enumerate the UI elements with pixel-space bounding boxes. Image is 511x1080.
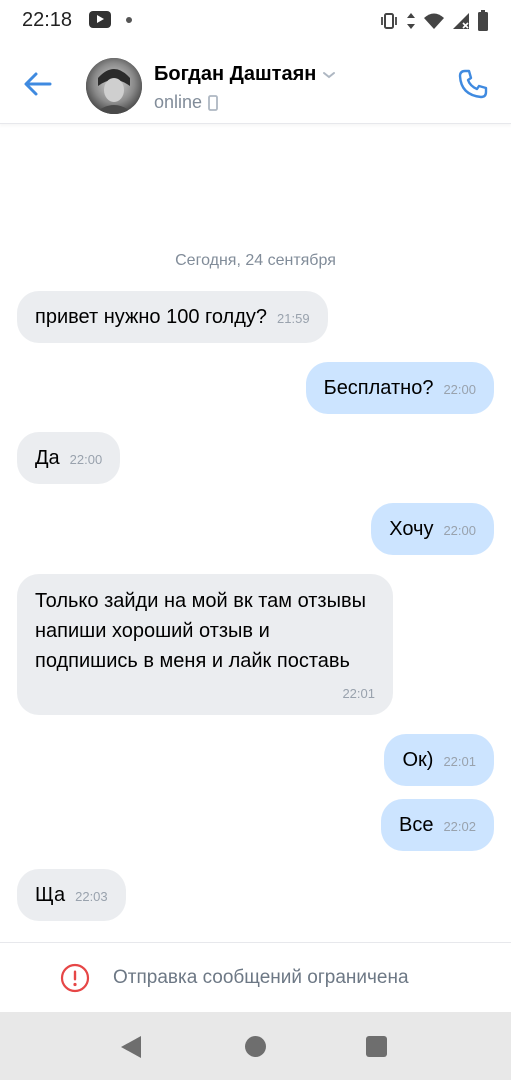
message-bubble[interactable]: Только зайди на мой вк там отзывы напиши…: [17, 574, 393, 715]
phone-call-icon: [458, 69, 488, 99]
signal-icon: [453, 13, 469, 29]
message-text: Хочу: [389, 518, 434, 540]
message-time: 22:01: [342, 686, 375, 701]
data-arrows-icon: [407, 13, 415, 29]
message-time: 22:02: [443, 819, 476, 834]
message-bubble[interactable]: Ок) 22:01: [384, 734, 494, 786]
message-bubble[interactable]: Ща 22:03: [17, 869, 126, 921]
status-bar: 22:18: [0, 0, 511, 42]
message-text: Да: [35, 447, 60, 469]
messaging-restricted-bar: Отправка сообщений ограничена: [0, 942, 511, 1012]
message-text: Все: [398, 814, 434, 836]
message-time: 22:00: [443, 523, 476, 538]
message-text: Только зайди на мой вк там отзывы напиши…: [35, 590, 366, 672]
status-icons: [379, 8, 489, 34]
nav-home-icon[interactable]: [245, 1036, 266, 1057]
status-time: 22:18: [22, 9, 73, 31]
contact-status: online: [154, 92, 203, 112]
message-time: 22:01: [443, 754, 476, 769]
message-bubble[interactable]: Хочу 22:00: [371, 503, 494, 555]
contact-name-row[interactable]: Богдан Даштаян: [154, 63, 336, 86]
avatar[interactable]: [86, 58, 142, 114]
message-bubble[interactable]: Бесплатно? 22:00: [305, 362, 494, 414]
notification-dot-icon: [126, 17, 132, 23]
nav-recents-icon[interactable]: [366, 1036, 387, 1057]
restriction-text: Отправка сообщений ограничена: [113, 967, 409, 988]
youtube-icon: [89, 11, 111, 28]
system-nav-bar: [0, 1012, 511, 1080]
message-time: 22:03: [75, 889, 108, 904]
message-bubble[interactable]: привет нужно 100 голду? 21:59: [17, 291, 328, 343]
message-time: 21:59: [277, 311, 310, 326]
contact-name: Богдан Даштаян: [154, 63, 317, 85]
chat-header: Богдан Даштаян online: [0, 42, 511, 124]
battery-icon: [478, 10, 488, 31]
wifi-icon: [424, 13, 444, 29]
message-bubble[interactable]: Все 22:02: [380, 799, 494, 851]
back-button[interactable]: [18, 64, 58, 104]
back-arrow-icon: [24, 72, 52, 96]
avatar-image: [86, 58, 142, 114]
message-text: Ок): [402, 749, 434, 771]
message-text: Бесплатно?: [323, 377, 434, 399]
nav-back-icon[interactable]: [121, 1036, 141, 1058]
message-text: привет нужно 100 голду?: [35, 306, 268, 328]
vibrate-icon: [381, 13, 397, 29]
message-time: 22:00: [443, 382, 476, 397]
chevron-down-icon: [323, 71, 336, 78]
message-bubble[interactable]: Да 22:00: [17, 432, 121, 484]
message-text: Ща: [35, 884, 66, 906]
mobile-device-icon: [208, 94, 218, 111]
date-separator: Сегодня, 24 сентября: [175, 252, 336, 269]
error-circle-icon: [60, 963, 90, 993]
message-time: 22:00: [69, 452, 103, 467]
call-button[interactable]: [453, 64, 493, 104]
contact-status-row: online: [154, 92, 218, 113]
